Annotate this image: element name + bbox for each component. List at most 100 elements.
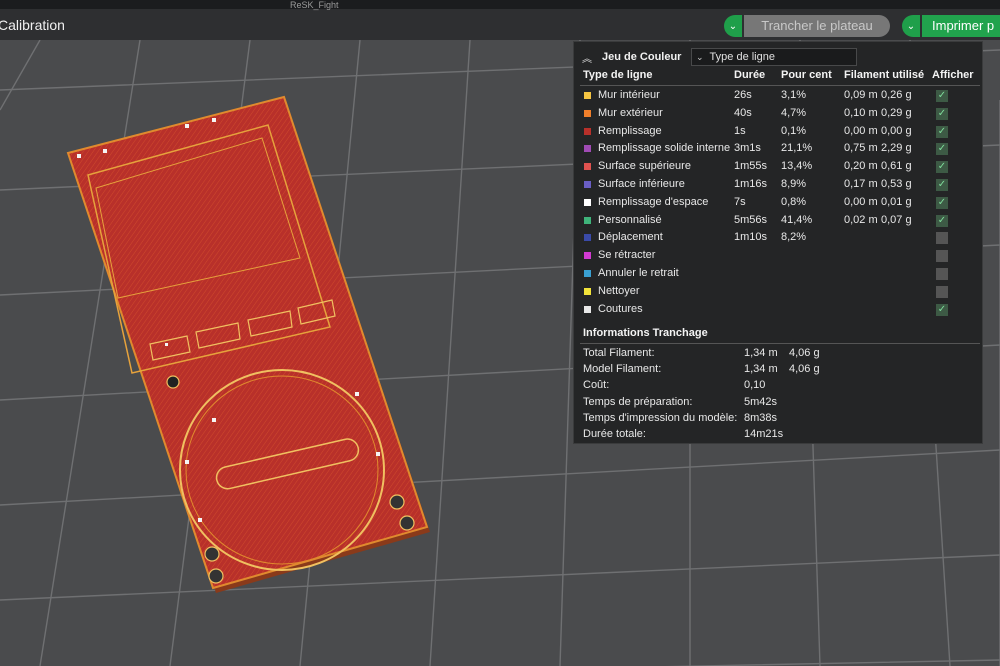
line-type-meters: 0,09 m	[844, 89, 878, 101]
line-type-duration: 1s	[734, 124, 746, 137]
show-checkbox[interactable]: ✓	[936, 90, 948, 102]
tab-calibration[interactable]: Calibration	[0, 17, 65, 33]
collapse-icon[interactable]: ︽	[582, 50, 592, 65]
line-type-percent: 13,4%	[781, 160, 813, 173]
line-type-duration: 3m1s	[734, 142, 761, 155]
table-row: Annuler le retrait	[574, 265, 984, 283]
check-icon: ✓	[937, 196, 947, 208]
table-row: Mur extérieur 40s 4,7% 0,10 m 0,29 g ✓	[574, 105, 984, 123]
check-icon: ✓	[937, 107, 947, 119]
show-checkbox[interactable]	[936, 285, 948, 298]
color-swatch	[584, 181, 591, 188]
print-dropdown-button[interactable]: ⌄	[902, 15, 920, 37]
table-row: Remplissage d'espace 7s 0,8% 0,00 m 0,01 g ✓	[574, 194, 984, 212]
table-row: Surface supérieure 1m55s 13,4% 0,20 m 0,61 g…	[574, 158, 984, 176]
info-row: Temps de préparation: 5m42s	[574, 395, 984, 411]
info-value: 1,34 m	[744, 363, 778, 376]
line-type-meters: 0,00 m	[844, 195, 878, 208]
chevron-down-icon: ⌄	[696, 52, 704, 62]
line-type-name: Surface inférieure	[598, 178, 685, 190]
line-type-percent: 41,4%	[781, 213, 813, 226]
header-line-type: Type de ligne	[583, 69, 653, 81]
line-type-grams: 0,61 g	[881, 160, 912, 173]
table-row: Personnalisé 5m56s 41,4% 0,02 m 0,07 g ✓	[574, 212, 984, 230]
info-value: 0,10	[744, 379, 766, 392]
color-swatch	[584, 270, 591, 277]
show-checkbox[interactable]: ✓	[936, 143, 948, 156]
line-type-percent: 21,1%	[781, 142, 813, 155]
show-checkbox[interactable]: ✓	[936, 125, 948, 138]
header-percent: Pour cent	[781, 69, 832, 81]
info-label: Coût:	[583, 379, 610, 392]
table-row: Surface inférieure 1m16s 8,9% 0,17 m 0,53 g ✓	[574, 176, 984, 194]
color-swatch	[584, 234, 591, 242]
line-type-grams: 0,26 g	[881, 89, 912, 101]
show-checkbox[interactable]: ✓	[936, 303, 948, 316]
top-toolbar: ReSK_Fight Calibration ⌄ Trancher le pla…	[0, 0, 1000, 40]
check-icon: ✓	[937, 161, 947, 173]
line-type-meters: 0,02 m	[844, 213, 878, 226]
info-label: Total Filament:	[583, 347, 655, 359]
info-label: Temps de préparation:	[583, 395, 693, 408]
table-row: Remplissage solide interne 3m1s 21,1% 0,75 …	[574, 140, 984, 158]
show-checkbox[interactable]: ✓	[936, 179, 948, 191]
table-row: Se rétracter	[574, 247, 984, 265]
print-plate-button[interactable]: Imprimer p	[922, 15, 1000, 37]
info-label: Durée totale:	[583, 428, 646, 440]
show-checkbox[interactable]: ✓	[936, 214, 948, 227]
info-row: Coût: 0,10	[574, 378, 984, 394]
line-type-name: Déplacement	[598, 231, 663, 244]
line-type-select[interactable]: ⌄ Type de ligne	[691, 48, 857, 66]
check-icon: ✓	[937, 303, 947, 315]
panel-title: Jeu de Couleur	[602, 51, 682, 63]
slice-dropdown-button[interactable]: ⌄	[724, 15, 742, 37]
line-type-duration: 1m10s	[734, 231, 768, 244]
line-type-name: Remplissage	[598, 124, 662, 137]
header-divider	[580, 85, 980, 86]
color-swatch	[584, 252, 591, 260]
show-checkbox[interactable]	[936, 232, 948, 245]
info-row: Temps d'impression du modèle: 8m38s	[574, 411, 984, 427]
show-checkbox[interactable]: ✓	[936, 161, 948, 174]
line-type-name: Annuler le retrait	[598, 267, 679, 279]
show-checkbox[interactable]: ✓	[936, 107, 948, 120]
line-type-meters: 0,75 m	[844, 142, 878, 155]
line-type-duration: 5m56s	[734, 213, 768, 226]
line-type-grams: 2,29 g	[881, 142, 912, 155]
line-type-name: Mur extérieur	[598, 106, 663, 119]
color-swatch	[584, 287, 591, 295]
info-row: Model Filament: 1,34 m 4,06 g	[574, 362, 984, 378]
show-checkbox[interactable]	[936, 250, 948, 263]
line-type-percent: 4,7%	[781, 106, 807, 119]
header-filament: Filament utilisé	[844, 69, 925, 81]
color-swatch	[584, 127, 591, 135]
info-value-secondary: 4,06 g	[789, 363, 820, 376]
line-type-meters: 0,10 m	[844, 106, 878, 119]
show-checkbox[interactable]: ✓	[936, 196, 948, 209]
color-swatch	[584, 198, 591, 206]
line-type-duration: 26s	[734, 89, 752, 101]
check-icon: ✓	[937, 125, 947, 137]
show-checkbox[interactable]	[936, 268, 948, 280]
table-row: Remplissage 1s 0,1% 0,00 m 0,00 g ✓	[574, 123, 984, 141]
color-swatch	[584, 92, 591, 99]
line-type-grams: 0,01 g	[881, 195, 912, 208]
line-type-duration: 1m16s	[734, 178, 768, 190]
line-type-duration: 7s	[734, 195, 746, 208]
line-type-percent: 0,8%	[781, 195, 807, 208]
table-row: Coutures ✓	[574, 301, 984, 319]
line-type-meters: 0,20 m	[844, 160, 878, 173]
line-type-meters: 0,17 m	[844, 178, 878, 190]
line-type-name: Remplissage solide interne	[598, 142, 731, 155]
line-type-select-value: Type de ligne	[709, 51, 775, 63]
printed-model[interactable]	[66, 95, 430, 593]
line-type-percent: 8,2%	[781, 231, 807, 244]
slice-plate-button[interactable]: Trancher le plateau	[744, 15, 890, 37]
check-icon: ✓	[937, 179, 947, 190]
header-duration: Durée	[734, 69, 766, 81]
slicing-info-title: Informations Tranchage	[583, 327, 708, 339]
line-type-name: Remplissage d'espace	[598, 195, 709, 208]
line-type-name: Se rétracter	[598, 249, 656, 262]
line-type-grams: 0,29 g	[881, 106, 912, 119]
info-value: 1,34 m	[744, 347, 778, 359]
